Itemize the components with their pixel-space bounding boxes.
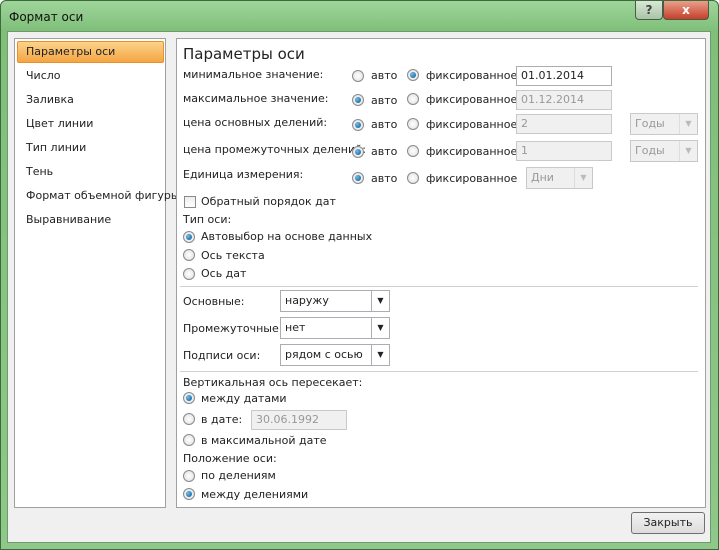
divider [180,371,698,372]
sidebar-item-shadow[interactable]: Тень [26,165,53,178]
divider [180,286,698,287]
max-fixed-radio[interactable] [407,93,419,105]
chevron-down-icon: ▼ [679,141,697,161]
chevron-down-icon: ▼ [371,318,389,338]
sidebar-item-number[interactable]: Число [26,69,61,82]
sidebar-item-3d-format[interactable]: Формат объемной фигуры [26,189,180,202]
major-tick-label: Основные: [183,295,245,308]
position-on-ticks-label: по делениям [201,469,276,482]
chevron-down-icon: ▼ [371,291,389,311]
cross-max-date-radio[interactable] [183,434,195,446]
axis-type-text-radio[interactable] [183,249,195,261]
position-label: Положение оси: [183,452,277,465]
major-tick-value: наружу [285,294,329,307]
axis-labels-dropdown[interactable]: рядом с осью ▼ [280,344,390,366]
cross-between-dates-label: между датами [201,392,287,405]
minor-unit-dropdown[interactable]: Годы ▼ [630,140,698,162]
axis-type-date-radio[interactable] [183,268,195,280]
min-value-input[interactable]: 01.01.2014 [516,66,612,86]
minor-tick-label: Промежуточные: [183,322,283,335]
position-between-ticks-label: между делениями [201,488,309,501]
minor-fixed-label: фиксированное [426,145,518,158]
chevron-down-icon: ▼ [574,168,592,188]
max-auto-radio[interactable] [352,94,364,106]
major-fixed-radio[interactable] [407,118,419,130]
base-unit-label: Единица измерения: [183,168,304,181]
major-auto-radio[interactable] [352,119,364,131]
minor-unit-label: цена промежуточных делений: [183,143,366,156]
min-label: минимальное значение: [183,68,324,81]
page-title: Параметры оси [183,45,305,63]
axis-type-date-label: Ось дат [201,267,247,280]
reverse-dates-checkbox[interactable] [184,196,196,208]
base-auto-radio[interactable] [352,172,364,184]
cross-at-date-label: в дате: [201,413,243,426]
cross-max-date-label: в максимальной дате [201,434,327,447]
minor-auto-radio[interactable] [352,146,364,158]
sidebar-item-alignment[interactable]: Выравнивание [26,213,111,226]
cross-label: Вертикальная ось пересекает: [183,376,363,389]
sidebar-item-line-color[interactable]: Цвет линии [26,117,93,130]
min-auto-label: авто [371,69,398,82]
cross-date-input[interactable]: 30.06.1992 [251,410,347,430]
minor-unit-value: Годы [635,144,665,157]
base-unit-dropdown[interactable]: Дни ▼ [526,167,593,189]
axis-labels-value: рядом с осью [285,348,363,361]
cross-between-dates-radio[interactable] [183,392,195,404]
close-button[interactable]: Закрыть [631,512,705,534]
min-fixed-label: фиксированное [426,69,518,82]
major-unit-label: цена основных делений: [183,116,328,129]
axis-type-text-label: Ось текста [201,249,265,262]
help-button[interactable]: ? [635,1,663,20]
base-unit-value: Дни [531,171,554,184]
major-unit-value: Годы [635,117,665,130]
max-fixed-label: фиксированное [426,93,518,106]
min-fixed-radio[interactable] [407,69,419,81]
axis-type-auto-radio[interactable] [183,231,195,243]
max-auto-label: авто [371,94,398,107]
sidebar [14,38,166,508]
minor-auto-label: авто [371,145,398,158]
minor-value-input[interactable]: 1 [516,141,612,161]
chevron-down-icon: ▼ [679,114,697,134]
minor-tick-dropdown[interactable]: нет ▼ [280,317,390,339]
position-on-ticks-radio[interactable] [183,470,195,482]
max-value-input[interactable]: 01.12.2014 [516,90,612,110]
major-auto-label: авто [371,118,398,131]
base-fixed-radio[interactable] [407,172,419,184]
axis-type-auto-label: Автовыбор на основе данных [201,230,373,243]
close-window-button[interactable]: x [663,1,709,20]
minor-tick-value: нет [285,321,306,334]
major-unit-dropdown[interactable]: Годы ▼ [630,113,698,135]
major-value-input[interactable]: 2 [516,114,612,134]
chevron-down-icon: ▼ [371,345,389,365]
sidebar-item-fill[interactable]: Заливка [26,93,74,106]
axis-labels-label: Подписи оси: [183,349,261,362]
sidebar-item-line-style[interactable]: Тип линии [26,141,86,154]
reverse-dates-label: Обратный порядок дат [201,195,336,208]
sidebar-item-axis-options[interactable]: Параметры оси [26,45,115,58]
major-fixed-label: фиксированное [426,118,518,131]
window-title: Формат оси [9,10,84,24]
minor-fixed-radio[interactable] [407,145,419,157]
max-label: максимальное значение: [183,92,329,105]
cross-at-date-radio[interactable] [183,413,195,425]
base-fixed-label: фиксированное [426,172,518,185]
position-between-ticks-radio[interactable] [183,488,195,500]
base-auto-label: авто [371,172,398,185]
min-auto-radio[interactable] [352,70,364,82]
major-tick-dropdown[interactable]: наружу ▼ [280,290,390,312]
axis-type-label: Тип оси: [183,213,232,226]
